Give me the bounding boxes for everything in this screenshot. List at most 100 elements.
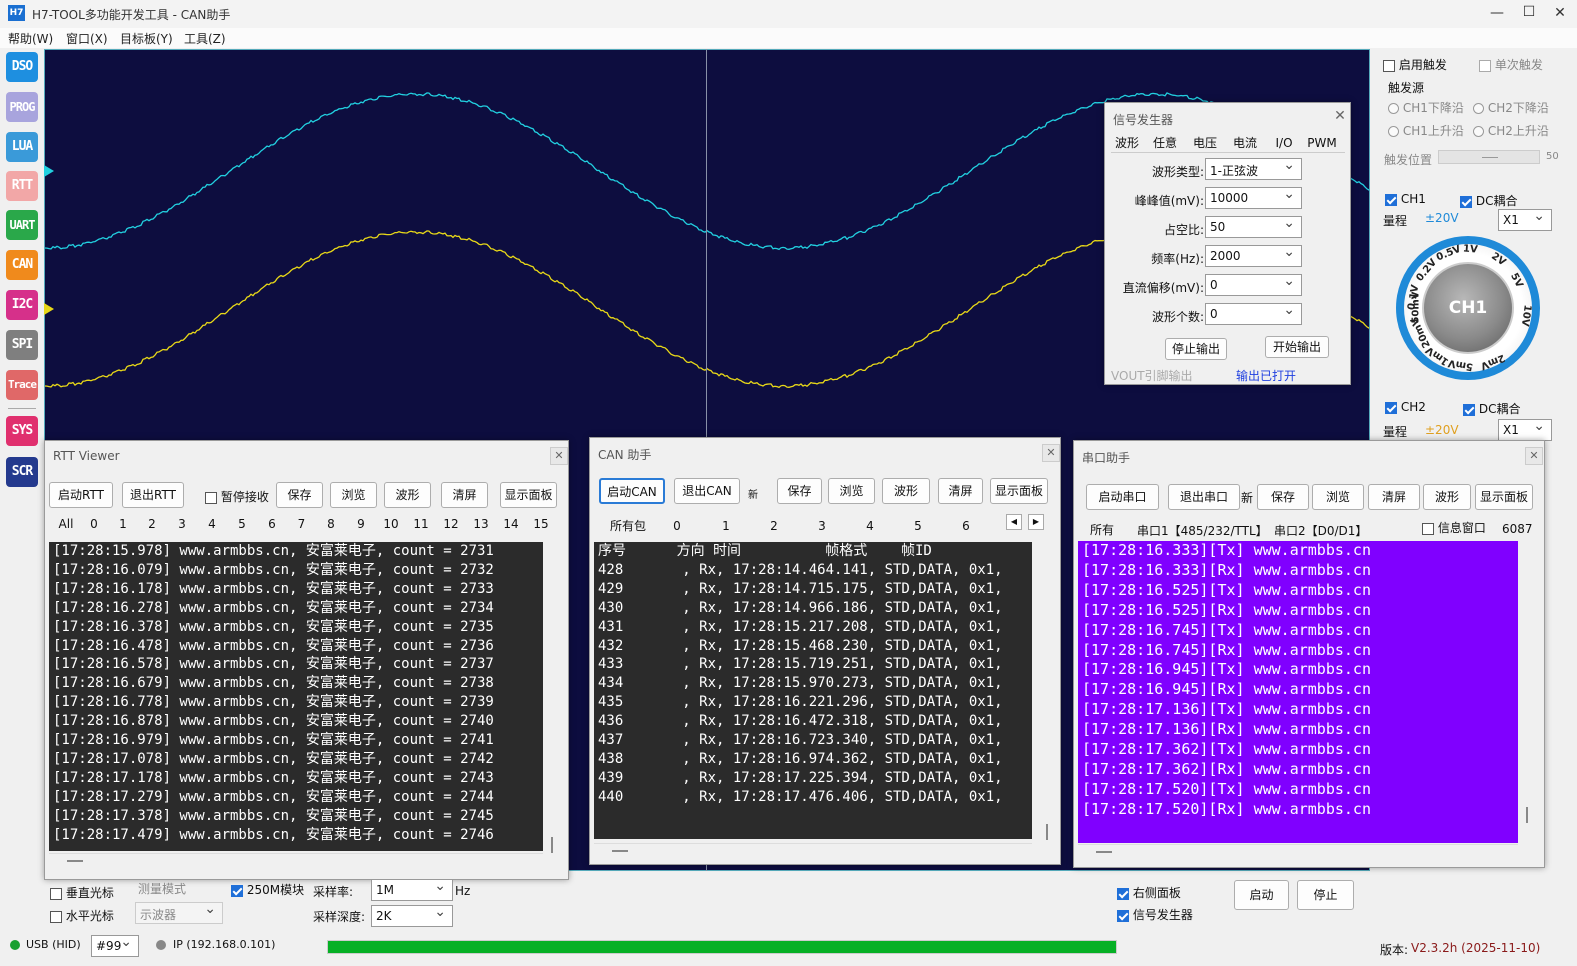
right-panel-toggle[interactable]: 右侧面板	[1117, 884, 1181, 901]
can-tabs-tab-5[interactable]: 5	[894, 519, 942, 533]
can-tabs-tab-3[interactable]: 3	[798, 519, 846, 533]
rtt-hscroll[interactable]	[49, 853, 543, 867]
ch1-dc-checkbox[interactable]	[1460, 195, 1472, 208]
rtt-save-button[interactable]: 保存	[276, 482, 323, 508]
single-trigger[interactable]: 单次触发	[1479, 56, 1543, 73]
can-tabs-tab-0[interactable]: 0	[652, 519, 702, 533]
radio-ch2-fall[interactable]	[1473, 103, 1484, 114]
ch2-checkbox[interactable]	[1385, 401, 1397, 414]
ch1-knob-center[interactable]: CH1	[1422, 262, 1514, 354]
rtt-clear-button[interactable]: 清屏	[441, 482, 488, 508]
rtt-tabs-tab-10[interactable]: 10	[376, 517, 406, 531]
source-ch1-fall[interactable]: CH1下降沿	[1388, 99, 1464, 116]
start-button[interactable]: 启动	[1234, 880, 1289, 910]
exit-can-button[interactable]: 退出CAN	[674, 478, 740, 504]
rtt-tabs-tab-9[interactable]: 9	[346, 517, 376, 531]
uart-tab-port1[interactable]: 串口1【485/232/TTL】	[1137, 522, 1268, 539]
siggen-field-select[interactable]: 1-正弦波	[1205, 157, 1302, 180]
uart-console[interactable]: [17:28:16.333][Tx] www.armbbs.cn [17:28:1…	[1078, 541, 1518, 843]
rtt-browse-button[interactable]: 浏览	[330, 482, 377, 508]
can-tabs-tab-4[interactable]: 4	[846, 519, 894, 533]
siggen-field-select[interactable]: 2000	[1205, 244, 1302, 267]
ch1-probe-select[interactable]: X1	[1498, 208, 1552, 231]
rtt-vscroll-thumb[interactable]	[551, 837, 553, 853]
uart-tab-all[interactable]: 所有	[1090, 521, 1114, 538]
siggen-close-icon[interactable]: ✕	[1331, 108, 1349, 126]
rtt-tabs-tab-15[interactable]: 15	[526, 517, 556, 531]
menu-window[interactable]: 窗口(X)	[66, 30, 108, 47]
radio-ch1-rise[interactable]	[1388, 126, 1399, 137]
menu-help[interactable]: 帮助(W)	[8, 30, 53, 47]
menu-tools[interactable]: 工具(Z)	[184, 30, 226, 47]
uart-hscroll[interactable]	[1078, 844, 1518, 858]
source-ch2-rise[interactable]: CH2上升沿	[1473, 122, 1549, 139]
source-ch1-rise[interactable]: CH1上升沿	[1388, 122, 1464, 139]
rtt-panel-button[interactable]: 显示面板	[500, 482, 557, 508]
can-tabs-tab-6[interactable]: 6	[942, 519, 990, 533]
sample-rate-select[interactable]: 1M	[371, 878, 453, 901]
uart-browse-button[interactable]: 浏览	[1312, 484, 1364, 510]
start-uart-button[interactable]: 启动串口	[1086, 484, 1159, 510]
rtt-tab-all[interactable]: All	[53, 517, 79, 531]
ch2-probe-select[interactable]: X1	[1498, 418, 1552, 441]
close-icon[interactable]: ✕	[1550, 4, 1570, 22]
can-tabs-tab-1[interactable]: 1	[702, 519, 750, 533]
siggen-toggle[interactable]: 信号发生器	[1117, 906, 1193, 923]
info-window-toggle[interactable]: 信息窗口	[1422, 519, 1486, 536]
siggen-field-select[interactable]: 10000	[1205, 186, 1302, 209]
exit-rtt-button[interactable]: 退出RTT	[122, 482, 184, 508]
module-toggle[interactable]: 250M模块	[231, 881, 304, 898]
ch2-enable[interactable]: CH2	[1385, 400, 1426, 414]
tab-io[interactable]: I/O	[1271, 136, 1297, 150]
can-hscroll[interactable]	[594, 843, 1032, 857]
sidebar-trace-button[interactable]: Trace	[6, 370, 38, 400]
maximize-icon[interactable]: ☐	[1519, 3, 1539, 21]
tab-scroll-right-icon[interactable]: ▶	[1028, 514, 1044, 530]
minimize-icon[interactable]: —	[1487, 4, 1507, 22]
uart-close-icon[interactable]: ✕	[1525, 447, 1543, 465]
start-output-button[interactable]: 开始输出	[1265, 336, 1329, 358]
horizontal-cursor-toggle[interactable]: 水平光标	[50, 907, 114, 924]
rtt-console[interactable]: [17:28:15.978] www.armbbs.cn, 安富莱电子, cou…	[49, 542, 543, 851]
can-tab-all-packets[interactable]: 所有包	[604, 517, 652, 534]
sidebar-rtt-button[interactable]: RTT	[6, 171, 38, 201]
vertical-cursor-toggle[interactable]: 垂直光标	[50, 884, 114, 901]
tab-pwm[interactable]: PWM	[1307, 136, 1337, 150]
rtt-tabs-tab-3[interactable]: 3	[167, 517, 197, 531]
menu-target[interactable]: 目标板(Y)	[120, 30, 173, 47]
can-save-button[interactable]: 保存	[777, 478, 822, 504]
siggen-checkbox[interactable]	[1117, 909, 1129, 922]
rtt-tabs-tab-6[interactable]: 6	[257, 517, 287, 531]
sidebar-can-button[interactable]: CAN	[6, 250, 38, 280]
tab-arbitrary[interactable]: 任意	[1151, 134, 1179, 151]
uart-clear-button[interactable]: 清屏	[1368, 484, 1420, 510]
can-console[interactable]: 序号 方向 时间 帧格式 帧ID 428 , Rx, 17:28:14.464.1…	[594, 542, 1032, 839]
stop-button[interactable]: 停止	[1297, 880, 1354, 910]
ch2-dc-checkbox[interactable]	[1463, 403, 1475, 416]
can-vscroll-thumb[interactable]	[1046, 824, 1048, 840]
rtt-tabs-tab-14[interactable]: 14	[496, 517, 526, 531]
can-panel-button[interactable]: 显示面板	[990, 478, 1048, 504]
trigger-pos-slider[interactable]	[1438, 150, 1540, 164]
ch1-checkbox[interactable]	[1385, 193, 1397, 206]
stop-output-button[interactable]: 停止输出	[1165, 338, 1227, 360]
tab-current[interactable]: 电流	[1231, 134, 1259, 151]
rtt-close-icon[interactable]: ✕	[550, 447, 568, 465]
single-trigger-checkbox[interactable]	[1479, 59, 1491, 72]
ch1-enable[interactable]: CH1	[1385, 192, 1426, 206]
pause-checkbox[interactable]	[205, 491, 217, 504]
trigger-enable[interactable]: 启用触发	[1383, 56, 1447, 73]
ch1-dc-coupling[interactable]: DC耦合	[1460, 192, 1517, 209]
can-clear-button[interactable]: 清屏	[938, 478, 983, 504]
pause-receive[interactable]: 暂停接收	[205, 488, 269, 505]
rtt-tabs-tab-12[interactable]: 12	[436, 517, 466, 531]
uart-tab-port2[interactable]: 串口2【D0/D1】	[1274, 522, 1367, 539]
info-window-checkbox[interactable]	[1422, 522, 1434, 535]
uart-panel-button[interactable]: 显示面板	[1475, 484, 1533, 510]
sidebar-lua-button[interactable]: LUA	[6, 132, 38, 162]
rtt-tabs-tab-2[interactable]: 2	[137, 517, 167, 531]
sidebar-scr-button[interactable]: SCR	[6, 457, 38, 487]
right-panel-checkbox[interactable]	[1117, 887, 1129, 900]
sidebar-uart-button[interactable]: UART	[6, 210, 38, 240]
sidebar-i2c-button[interactable]: I2C	[6, 290, 38, 320]
